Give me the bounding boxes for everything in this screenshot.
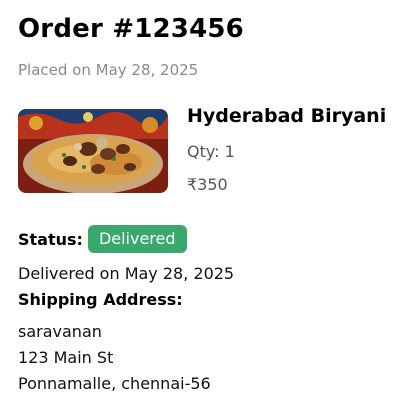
address-line-city: Ponnamalle, chennai-56 <box>18 374 211 393</box>
item-image <box>18 109 168 193</box>
address-line-street: 123 Main St <box>18 348 114 367</box>
placed-date: Placed on May 28, 2025 <box>18 61 199 79</box>
status-row: Status: Delivered <box>18 225 187 253</box>
item-price: ₹350 <box>187 175 228 194</box>
status-badge: Delivered <box>87 225 187 253</box>
item-name: Hyderabad Biryani <box>187 105 387 127</box>
item-quantity: Qty: 1 <box>187 142 235 161</box>
order-title: Order #123456 <box>18 14 244 44</box>
shipping-heading: Shipping Address: <box>18 290 183 309</box>
status-label: Status: <box>18 229 83 249</box>
delivered-date: Delivered on May 28, 2025 <box>18 264 235 283</box>
address-line-name: saravanan <box>18 322 102 341</box>
